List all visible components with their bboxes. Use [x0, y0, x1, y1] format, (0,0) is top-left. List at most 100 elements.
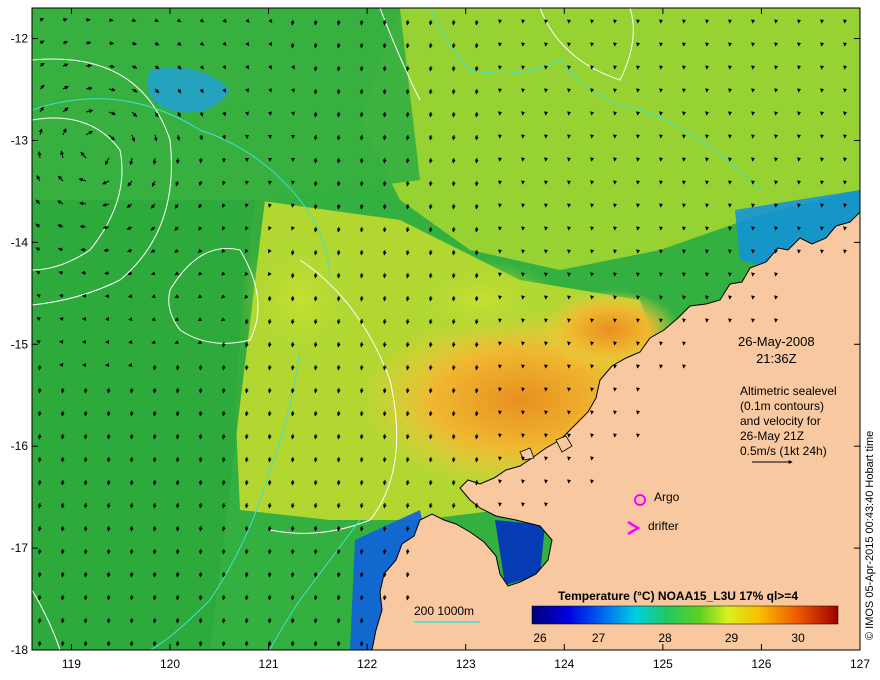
velocity-arrow	[474, 272, 479, 279]
x-tick-label: 125	[653, 657, 673, 671]
velocity-arrow	[60, 594, 65, 601]
velocity-arrow	[474, 249, 479, 256]
velocity-arrow	[405, 272, 410, 279]
velocity-arrow	[359, 502, 364, 509]
velocity-arrow	[59, 317, 64, 321]
velocity-arrow	[359, 42, 364, 49]
velocity-arrow	[405, 456, 410, 463]
velocity-arrow	[474, 479, 479, 486]
velocity-arrow	[221, 525, 226, 532]
velocity-arrow	[244, 640, 249, 647]
velocity-arrow	[313, 226, 318, 233]
velocity-arrow	[106, 640, 111, 647]
velocity-arrow	[382, 594, 387, 601]
velocity-arrow	[474, 341, 479, 348]
velocity-arrow	[428, 387, 433, 394]
velocity-arrow	[451, 65, 456, 72]
velocity-arrow	[336, 364, 341, 371]
y-tick-label: -14	[11, 235, 29, 249]
velocity-arrow	[474, 502, 479, 509]
velocity-arrow	[405, 387, 410, 394]
velocity-arrow	[451, 203, 456, 210]
velocity-arrow	[244, 341, 249, 348]
velocity-arrow	[129, 594, 134, 601]
velocity-arrow	[198, 479, 203, 486]
velocity-arrow	[336, 502, 341, 509]
velocity-arrow	[244, 525, 249, 532]
velocity-arrow	[313, 479, 318, 486]
velocity-arrow	[221, 548, 226, 555]
velocity-arrow	[405, 42, 410, 49]
velocity-arrow	[152, 364, 157, 371]
velocity-arrow	[428, 88, 433, 95]
velocity-arrow	[336, 548, 341, 555]
velocity-arrow	[60, 571, 65, 578]
velocity-arrow	[405, 226, 410, 233]
velocity-arrow	[290, 594, 295, 601]
velocity-arrow	[83, 617, 88, 624]
velocity-arrow	[221, 640, 226, 647]
velocity-arrow	[79, 224, 87, 229]
velocity-arrow	[336, 387, 341, 394]
velocity-arrow	[428, 364, 433, 371]
velocity-arrow	[37, 410, 42, 417]
velocity-arrow	[83, 640, 88, 647]
velocity-arrow	[474, 65, 479, 72]
velocity-arrow	[313, 525, 318, 532]
velocity-arrow	[336, 65, 341, 72]
velocity-arrow	[198, 364, 203, 371]
velocity-arrow	[428, 433, 433, 440]
velocity-arrow	[244, 387, 249, 394]
velocity-arrow	[103, 248, 110, 253]
velocity-arrow	[474, 410, 479, 417]
velocity-arrow	[405, 548, 410, 555]
velocity-arrow	[359, 295, 364, 302]
velocity-arrow	[175, 594, 180, 601]
depth-contours-label: 200 1000m	[414, 604, 475, 618]
velocity-arrow	[244, 617, 249, 624]
velocity-arrow	[221, 387, 226, 394]
velocity-arrow	[37, 502, 42, 509]
velocity-arrow	[152, 433, 157, 440]
velocity-arrow	[359, 180, 364, 187]
velocity-arrow	[37, 456, 42, 463]
velocity-arrow	[474, 111, 479, 118]
velocity-arrow	[291, 180, 295, 185]
velocity-arrow	[37, 364, 42, 371]
velocity-arrow	[60, 433, 65, 440]
velocity-arrow	[221, 594, 226, 601]
velocity-arrow	[359, 249, 364, 256]
velocity-arrow	[60, 525, 65, 532]
velocity-arrow	[198, 571, 203, 578]
velocity-arrow	[267, 479, 272, 486]
velocity-arrow	[313, 111, 318, 118]
velocity-arrow	[405, 157, 410, 164]
sst-yellow-patch-2	[400, 260, 560, 340]
velocity-arrow	[382, 88, 387, 95]
velocity-arrow	[313, 433, 318, 440]
velocity-arrow	[428, 295, 433, 302]
velocity-arrow	[60, 617, 65, 624]
velocity-arrow	[37, 594, 42, 601]
velocity-arrow	[359, 640, 364, 647]
velocity-arrow	[268, 180, 272, 185]
velocity-arrow	[221, 433, 226, 440]
velocity-arrow	[382, 410, 387, 417]
velocity-arrow	[152, 410, 157, 417]
velocity-arrow	[382, 19, 387, 26]
velocity-arrow	[244, 433, 249, 440]
velocity-arrow	[290, 456, 295, 463]
velocity-arrow	[244, 479, 249, 486]
velocity-arrow	[451, 456, 456, 463]
velocity-arrow	[474, 295, 479, 302]
velocity-arrow	[428, 341, 433, 348]
velocity-arrow	[451, 318, 456, 325]
velocity-arrow	[428, 272, 433, 279]
velocity-arrow	[244, 456, 249, 463]
velocity-arrow	[405, 180, 410, 187]
velocity-arrow	[106, 525, 111, 532]
velocity-arrow	[290, 295, 295, 302]
velocity-arrow	[313, 19, 318, 26]
velocity-arrow	[83, 571, 88, 578]
velocity-arrow	[267, 617, 272, 624]
